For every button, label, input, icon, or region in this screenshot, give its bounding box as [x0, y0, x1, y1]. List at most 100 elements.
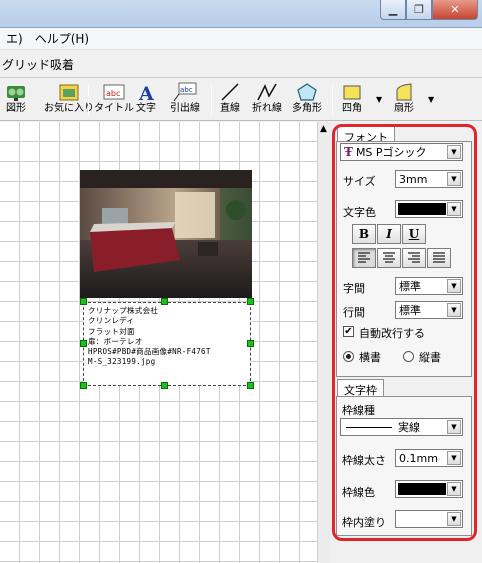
align-left-icon: [358, 252, 370, 263]
line-spacing-select[interactable]: 標準 ▼: [395, 301, 463, 319]
options-bar: グリッド吸着: [0, 51, 482, 78]
chevron-down-icon: ▼: [447, 420, 461, 434]
tab-text-frame[interactable]: 文字枠: [337, 379, 384, 397]
checkmark-icon: ✔: [344, 326, 353, 337]
restore-icon: ❐: [414, 3, 424, 16]
shape-button-label: 図形: [6, 103, 26, 114]
vertical-writing-radio[interactable]: [403, 351, 414, 362]
autowrap-checkbox[interactable]: ✔: [343, 326, 354, 337]
bold-button[interactable]: B: [352, 224, 376, 244]
frame-line-type-value: 実線: [398, 421, 420, 434]
frame-line-color-select[interactable]: ▼: [395, 480, 463, 498]
straight-line-button[interactable]: 直線: [218, 81, 242, 115]
drawing-toolbar: 図形 お気に入り abc タイトル A 文字 abc 引出線 直線 折れ線 多角…: [0, 79, 482, 121]
straight-line-icon: [218, 81, 242, 103]
leader-line-label: 引出線: [170, 103, 200, 114]
chevron-down-icon: ▼: [447, 279, 461, 293]
resize-handle-top[interactable]: [161, 298, 168, 305]
polyline-label: 折れ線: [252, 103, 282, 114]
straight-line-label: 直線: [220, 103, 240, 114]
chevron-down-icon: ▼: [447, 202, 461, 216]
resize-handle-right[interactable]: [247, 340, 254, 347]
frame-line-width-select[interactable]: 0.1mm ▼: [395, 449, 463, 467]
frame-line-type-select[interactable]: 実線 ▼: [340, 418, 463, 436]
polyline-button[interactable]: 折れ線: [252, 81, 282, 115]
scroll-up-arrow-icon[interactable]: ▲: [320, 124, 327, 134]
polygon-icon: [295, 81, 319, 103]
rectangle-dropdown-arrow[interactable]: ▼: [376, 95, 382, 104]
font-name-select[interactable]: Ŧ MS Pゴシック ▼: [340, 143, 463, 161]
solid-line-sample: [346, 426, 392, 428]
char-spacing-select[interactable]: 標準 ▼: [395, 277, 463, 295]
polyline-icon: [255, 81, 279, 103]
frame-line-type-label: 枠線種: [342, 404, 375, 417]
caption-line: M-S_323199.jpg: [88, 357, 156, 367]
autowrap-label: 自動改行する: [359, 327, 425, 340]
italic-button[interactable]: I: [377, 224, 401, 244]
horizontal-writing-label: 横書: [359, 351, 381, 364]
caption-line: クリナップ株式会社: [88, 306, 159, 315]
align-justify-button[interactable]: [427, 248, 451, 268]
menu-item-help[interactable]: ヘルプ(H): [29, 30, 95, 47]
caption-textbox[interactable]: クリナップ株式会社 クリンレディ フラット対面 扉：ボーテレオ HPROS#PB…: [83, 302, 251, 386]
window-controls: ▁ ❐ ✕: [380, 0, 478, 22]
caption-line: HPROS#PBD#商品画像#NR-F476T: [88, 347, 211, 357]
sector-dropdown-arrow[interactable]: ▼: [428, 95, 434, 104]
line-spacing-label: 行間: [343, 306, 365, 319]
title-button[interactable]: abc タイトル: [94, 81, 134, 115]
title-button-label: タイトル: [94, 103, 134, 114]
kitchen-photo[interactable]: [80, 170, 252, 298]
close-icon: ✕: [450, 3, 460, 16]
rectangle-label: 四角: [342, 103, 362, 114]
chevron-down-icon: ▼: [447, 303, 461, 317]
frame-line-width-label: 枠線太さ: [342, 454, 386, 467]
svg-text:abc: abc: [106, 89, 120, 98]
chevron-down-icon: ▼: [447, 451, 461, 465]
close-button[interactable]: ✕: [432, 0, 478, 20]
sector-button[interactable]: 扇形: [392, 81, 416, 115]
underline-button[interactable]: U: [402, 224, 426, 244]
favorites-button[interactable]: お気に入り: [44, 81, 94, 115]
line-spacing-value: 標準: [399, 304, 421, 317]
frame-line-color-swatch: [398, 483, 446, 495]
text-button-label: 文字: [136, 103, 156, 114]
leader-line-button[interactable]: abc 引出線: [170, 81, 200, 115]
resize-handle-bottom[interactable]: [161, 382, 168, 389]
polygon-label: 多角形: [292, 103, 322, 114]
align-right-button[interactable]: [402, 248, 426, 268]
align-left-button[interactable]: [352, 248, 376, 268]
toolbar-separator: [211, 85, 212, 115]
svg-text:abc: abc: [180, 86, 193, 94]
shape-library-icon: [4, 81, 28, 103]
caption-line: 扉：ボーテレオ: [88, 336, 143, 346]
shape-button[interactable]: 図形: [4, 81, 28, 115]
resize-handle-bottom-right[interactable]: [247, 382, 254, 389]
menu-item-edit[interactable]: エ): [0, 30, 29, 47]
chevron-down-icon: ▼: [447, 512, 461, 526]
rectangle-button[interactable]: 四角: [340, 81, 364, 115]
svg-text:A: A: [138, 83, 154, 102]
grid-snap-toggle[interactable]: グリッド吸着: [2, 56, 74, 73]
text-color-select[interactable]: ▼: [395, 200, 463, 218]
sector-icon: [392, 81, 416, 103]
resize-handle-top-right[interactable]: [247, 298, 254, 305]
text-color-swatch: [398, 203, 446, 215]
align-center-button[interactable]: [377, 248, 401, 268]
text-button[interactable]: A 文字: [134, 81, 158, 115]
char-spacing-value: 標準: [399, 280, 421, 293]
caption-line: クリンレディ: [88, 316, 135, 326]
resize-handle-bottom-left[interactable]: [80, 382, 87, 389]
drawing-canvas[interactable]: クリナップ株式会社 クリンレディ フラット対面 扉：ボーテレオ HPROS#PB…: [0, 122, 317, 563]
resize-handle-top-left[interactable]: [80, 298, 87, 305]
font-size-select[interactable]: 3mm ▼: [395, 170, 463, 188]
horizontal-writing-radio[interactable]: [343, 351, 354, 362]
favorites-label: お気に入り: [44, 103, 94, 114]
frame-fill-select[interactable]: ▼: [395, 510, 463, 528]
polygon-button[interactable]: 多角形: [292, 81, 322, 115]
canvas-scrollbar[interactable]: ▲: [317, 122, 331, 563]
resize-handle-left[interactable]: [80, 340, 87, 347]
rectangle-icon: [340, 81, 364, 103]
minimize-button[interactable]: ▁: [380, 0, 406, 20]
frame-fill-label: 枠内塗り: [342, 516, 386, 529]
maximize-button[interactable]: ❐: [406, 0, 432, 20]
